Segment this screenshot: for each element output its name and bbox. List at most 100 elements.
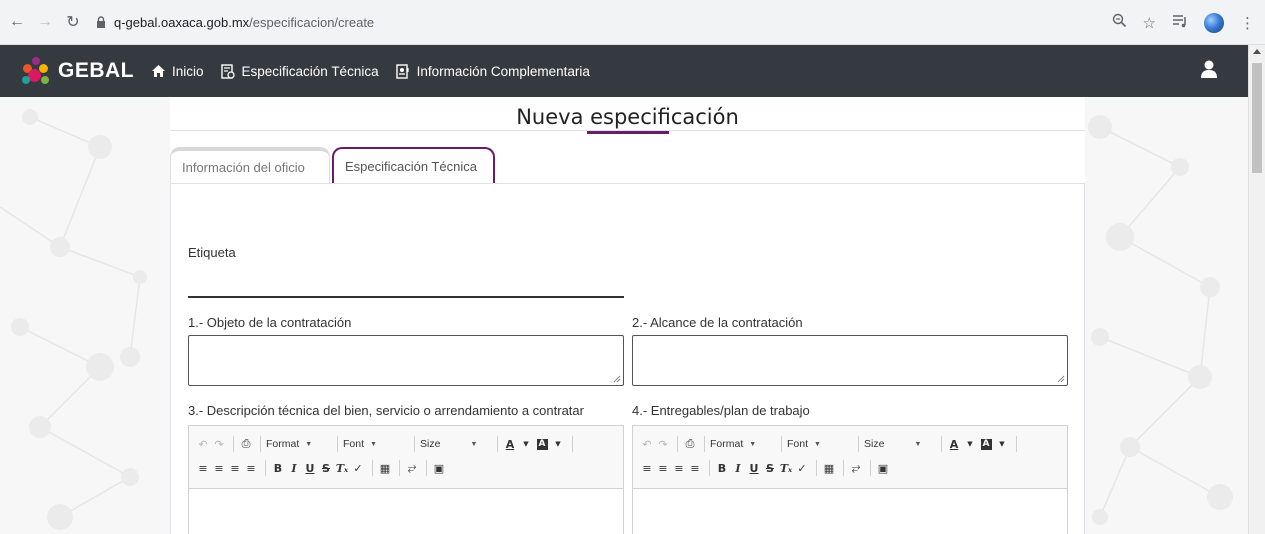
browser-toolbar: ← → ↻ q-gebal.oaxaca.gob.mx/especificaci… (0, 0, 1265, 45)
print-icon[interactable]: ⎙ (683, 435, 697, 453)
resize-grip-icon[interactable] (1057, 375, 1065, 383)
paint-brush-icon[interactable]: ✓ (351, 459, 365, 477)
editor-content-area[interactable] (189, 488, 623, 534)
redo-icon[interactable]: ↷ (656, 435, 670, 453)
entregables-label: 4.- Entregables/plan de trabajo (632, 403, 810, 418)
image-icon[interactable]: ▣ (876, 459, 890, 477)
title-accent-bar (587, 131, 669, 134)
background-color-button[interactable]: A (979, 435, 993, 453)
entregables-editor: ↶ ↷ ⎙ Format ▼ Font ▼ Size ▼ A ▼ A ▼ ≡ ≡ ≡ ≡ (632, 425, 1068, 534)
align-left-icon[interactable]: ≡ (196, 459, 210, 477)
alcance-contratacion-label: 2.- Alcance de la contratación (632, 315, 803, 330)
undo-icon[interactable]: ↶ (196, 435, 210, 453)
back-arrow-icon[interactable]: ← (6, 11, 28, 33)
editor-toolbar-row-2: ≡ ≡ ≡ ≡ B I U S Tₓ ✓ ▦ ⥂ ▣ (196, 458, 448, 478)
resize-grip-icon[interactable] (613, 375, 621, 383)
editor-toolbar-row-1: ↶ ↷ ⎙ Format ▼ Font ▼ Size ▼ A ▼ A ▼ (640, 434, 1022, 454)
image-icon[interactable]: ▣ (432, 459, 446, 477)
badge-icon (395, 63, 411, 79)
tab-panel: Etiqueta 1.- Objeto de la contratación 2… (170, 183, 1085, 534)
media-queue-icon[interactable] (1172, 14, 1188, 32)
brand-name: GEBAL (58, 59, 134, 82)
font-dropdown[interactable]: Font ▼ (787, 438, 853, 450)
size-dropdown[interactable]: Size ▼ (420, 438, 492, 450)
url-path: /especificacion/create (249, 14, 375, 30)
nav-item-inicio[interactable]: Inicio (150, 63, 204, 79)
strikethrough-button[interactable]: S (763, 459, 777, 477)
format-dropdown[interactable]: Format ▼ (710, 438, 776, 450)
italic-button[interactable]: I (287, 459, 301, 477)
scroll-up-arrow-icon[interactable] (1253, 49, 1261, 54)
page-title: Nueva especificación (516, 105, 739, 129)
text-color-button[interactable]: A (503, 435, 517, 453)
nav-item-label: Inicio (172, 63, 204, 79)
chevron-down-icon[interactable]: ▼ (519, 435, 533, 453)
italic-button[interactable]: I (731, 459, 745, 477)
kebab-menu-icon[interactable]: ⋮ (1240, 14, 1255, 32)
star-icon[interactable]: ☆ (1143, 14, 1156, 32)
tab-especificacion-tecnica[interactable]: Especificación Técnica (332, 147, 495, 184)
nav-item-informacion-complementaria[interactable]: Información Complementaria (395, 63, 590, 79)
alcance-contratacion-textarea[interactable] (632, 335, 1068, 386)
print-icon[interactable]: ⎙ (239, 435, 253, 453)
bold-button[interactable]: B (715, 459, 729, 477)
forward-arrow-icon[interactable]: → (34, 11, 56, 33)
align-left-icon[interactable]: ≡ (640, 459, 654, 477)
brand[interactable]: GEBAL (20, 55, 134, 87)
editor-content-area[interactable] (633, 488, 1067, 534)
objeto-contratacion-textarea[interactable] (188, 335, 624, 386)
app-navbar: GEBAL Inicio Especificación Técnica Info… (0, 45, 1248, 97)
remove-format-icon[interactable]: Tₓ (779, 459, 793, 477)
home-icon (150, 63, 166, 79)
scrollbar-thumb[interactable] (1252, 63, 1262, 173)
gebal-logo-icon (20, 55, 52, 87)
paint-brush-icon[interactable]: ✓ (795, 459, 809, 477)
chevron-down-icon[interactable]: ▼ (963, 435, 977, 453)
text-color-button[interactable]: A (947, 435, 961, 453)
address-bar[interactable]: q-gebal.oaxaca.gob.mx/especificacion/cre… (94, 7, 374, 37)
tab-bar: Información del oficio Especificación Té… (170, 147, 1085, 184)
underline-button[interactable]: U (303, 459, 317, 477)
align-justify-icon[interactable]: ≡ (688, 459, 702, 477)
editor-toolbar-row-1: ↶ ↷ ⎙ Format ▼ Font ▼ Size ▼ A ▼ A ▼ (196, 434, 578, 454)
reload-icon[interactable]: ↻ (62, 11, 84, 33)
descripcion-tecnica-editor: ↶ ↷ ⎙ Format ▼ Font ▼ Size ▼ A ▼ A ▼ ≡ ≡ ≡ ≡ (188, 425, 624, 534)
bold-button[interactable]: B (271, 459, 285, 477)
main-content: Nueva especificación Información del ofi… (170, 97, 1085, 534)
underline-button[interactable]: U (747, 459, 761, 477)
tab-informacion-del-oficio[interactable]: Información del oficio (170, 147, 330, 184)
align-center-icon[interactable]: ≡ (212, 459, 226, 477)
undo-icon[interactable]: ↶ (640, 435, 654, 453)
page-scrollbar[interactable] (1248, 45, 1265, 534)
align-right-icon[interactable]: ≡ (228, 459, 242, 477)
zoom-icon[interactable] (1112, 13, 1127, 32)
align-center-icon[interactable]: ≡ (656, 459, 670, 477)
remove-format-icon[interactable]: Tₓ (335, 459, 349, 477)
table-icon[interactable]: ▦ (378, 459, 392, 477)
objeto-contratacion-label: 1.- Objeto de la contratación (188, 315, 352, 330)
redo-icon[interactable]: ↷ (212, 435, 226, 453)
table-icon[interactable]: ▦ (822, 459, 836, 477)
lock-icon (94, 15, 108, 29)
format-dropdown[interactable]: Format ▼ (266, 438, 332, 450)
font-dropdown[interactable]: Font ▼ (343, 438, 409, 450)
document-settings-icon (220, 63, 236, 79)
etiqueta-label: Etiqueta (188, 245, 236, 260)
nav-item-label: Especificación Técnica (241, 63, 379, 79)
maximize-icon[interactable]: ⥂ (849, 459, 863, 477)
size-dropdown[interactable]: Size ▼ (864, 438, 936, 450)
url-host: q-gebal.oaxaca.gob.mx (114, 14, 250, 30)
maximize-icon[interactable]: ⥂ (405, 459, 419, 477)
editor-toolbar-row-2: ≡ ≡ ≡ ≡ B I U S Tₓ ✓ ▦ ⥂ ▣ (640, 458, 892, 478)
align-justify-icon[interactable]: ≡ (244, 459, 258, 477)
strikethrough-button[interactable]: S (319, 459, 333, 477)
etiqueta-input[interactable] (188, 296, 624, 298)
profile-avatar-icon[interactable] (1204, 12, 1224, 33)
nav-item-especificacion-tecnica[interactable]: Especificación Técnica (220, 63, 379, 79)
background-color-button[interactable]: A (535, 435, 549, 453)
align-right-icon[interactable]: ≡ (672, 459, 686, 477)
chevron-down-icon[interactable]: ▼ (995, 435, 1009, 453)
nav-item-label: Información Complementaria (416, 63, 590, 79)
user-icon[interactable] (1200, 59, 1218, 81)
chevron-down-icon[interactable]: ▼ (551, 435, 565, 453)
